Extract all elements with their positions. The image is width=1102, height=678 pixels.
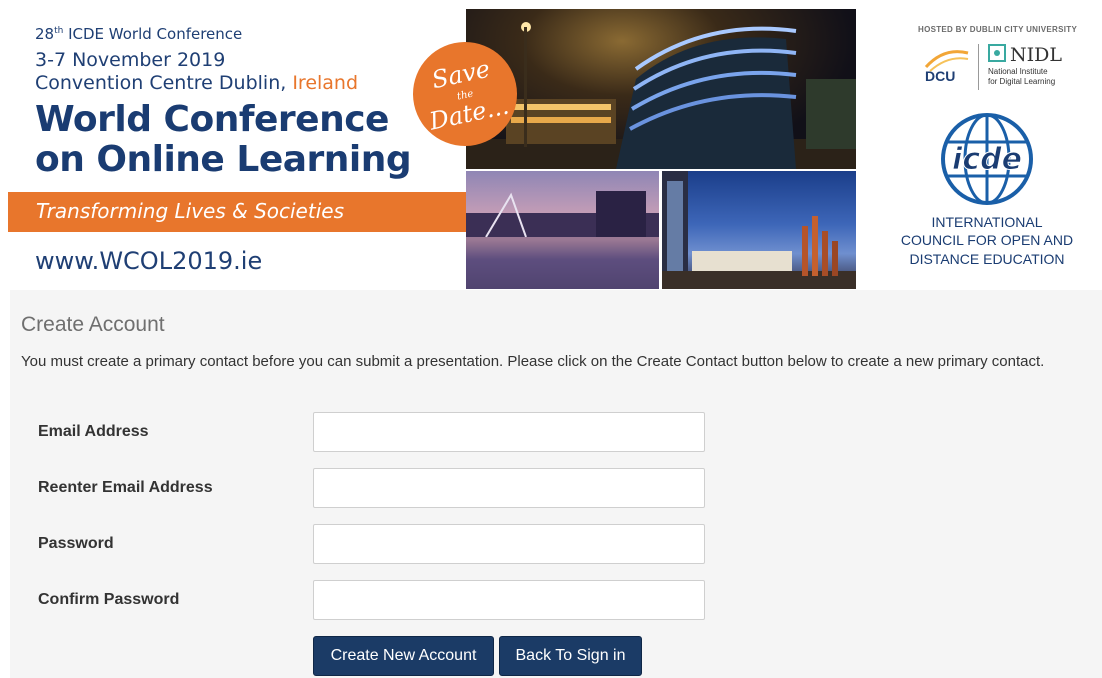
icde-name-line1: INTERNATIONAL [931,214,1043,230]
venue-name: Convention Centre Dublin, [35,72,293,94]
conference-title: World Conference on Online Learning [35,99,412,180]
nidl-subtitle-line1: National Institute [988,67,1048,76]
conference-edition: 28th ICDE World Conference [35,25,242,43]
email-label: Email Address [38,423,149,440]
campus-illustration [662,171,856,289]
convention-centre-photo [466,9,856,169]
email-field[interactable] [313,412,705,452]
conference-dates: 3-7 November 2019 [35,49,226,71]
confirm-password-field[interactable] [313,580,705,620]
tagline-bar: Transforming Lives & Societies [8,192,468,232]
reenter-email-field[interactable] [313,468,705,508]
nidl-logo-text: NIDL [1010,44,1062,66]
password-label: Password [38,535,114,552]
dublin-quays-photo [466,171,659,289]
conference-number: 28 [35,25,55,43]
create-account-panel: Create Account You must create a primary… [10,290,1102,678]
conference-name: ICDE World Conference [63,25,243,43]
create-new-account-button[interactable]: Create New Account [313,636,494,676]
logo-divider [978,44,979,90]
icde-name-line2: COUNCIL FOR OPEN AND [900,232,1074,248]
dcu-logo-text: DCU [925,68,956,84]
conference-title-line1: World Conference [35,99,389,140]
dcu-campus-photo [662,171,856,289]
back-to-sign-in-button[interactable]: Back To Sign in [499,636,642,676]
quays-illustration [466,191,659,289]
venue-country: Ireland [292,72,359,94]
icde-globe-logo: icde [941,113,1033,205]
page-title: Create Account [21,313,165,336]
nidl-subtitle-line2: for Digital Learning [988,77,1056,86]
convention-centre-illustration [466,22,856,169]
reenter-email-label: Reenter Email Address [38,479,213,496]
conference-website: www.WCOL2019.ie [35,247,263,275]
password-field[interactable] [313,524,705,564]
hosted-by-text: HOSTED BY DUBLIN CITY UNIVERSITY [918,25,1078,34]
instruction-text: You must create a primary contact before… [21,353,1045,370]
conference-banner: 28th ICDE World Conference 3-7 November … [0,0,1102,290]
conference-number-suffix: th [54,26,64,36]
icde-name-line3: DISTANCE EDUCATION [909,251,1065,267]
conference-venue: Convention Centre Dublin, Ireland [35,72,358,94]
icde-logo-text: icde [952,142,1022,177]
confirm-password-label: Confirm Password [38,591,180,608]
nidl-icon [988,44,1006,62]
tagline: Transforming Lives & Societies [36,199,344,223]
conference-title-line2: on Online Learning [35,139,412,180]
